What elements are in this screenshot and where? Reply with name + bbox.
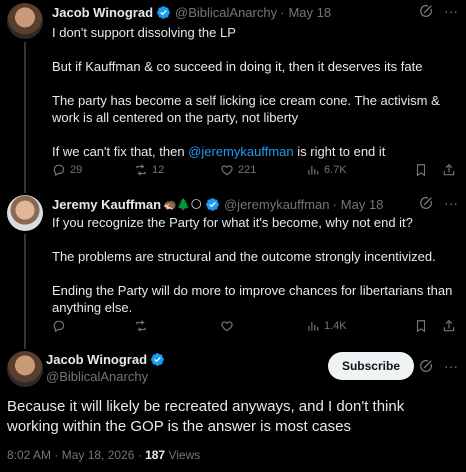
views-button[interactable]: 6.7K [306,163,406,177]
avatar[interactable] [7,351,43,387]
author-name[interactable]: Jeremy Kauffman [52,197,161,212]
top-icons: ··· [418,3,458,19]
views-label: Views [165,448,201,462]
view-count: 1.4K [324,320,347,332]
top-icons: ··· [418,358,458,374]
tweet-paragraph: If we can't fix that, then @jeremykauffm… [52,144,386,159]
share-icon[interactable] [442,319,456,333]
like-button[interactable] [220,319,306,333]
tweet-header: Jacob Winograd @BiblicalAnarchy [46,352,165,384]
tweet-paragraph: I don't support dissolving the LP [52,25,236,40]
view-count: 187 [145,448,166,462]
top-icons: ··· [418,195,458,211]
thread-line [24,340,26,349]
thread-line [24,234,26,342]
grok-icon[interactable] [418,3,434,19]
tweet-text: I don't support dissolving the LP But if… [52,24,456,160]
tweet-paragraph: If you recognize the Party for what it's… [52,215,413,230]
repost-count: 12 [152,164,165,176]
verified-badge-icon [151,353,164,366]
views-icon [308,165,319,175]
heart-icon [221,321,233,332]
separator-dot: · [332,197,337,212]
separator-dot: · [280,5,285,20]
name-emojis: 🦔🌲🌕 [163,198,202,211]
more-icon[interactable]: ··· [444,3,458,19]
repost-button[interactable]: 12 [134,163,220,177]
avatar[interactable] [7,3,43,39]
repost-icon [136,164,146,176]
tweet-timestamp[interactable]: 8:02 AM · May 18, 2026 · [7,448,145,462]
tweet-date[interactable]: May 18 [288,5,331,20]
thread-line [24,190,26,193]
author-handle[interactable]: @BiblicalAnarchy [175,5,277,20]
repost-button[interactable] [134,319,220,333]
verified-badge-icon [206,198,219,211]
reply-button[interactable] [52,319,134,333]
reply-count: 29 [70,164,83,176]
author-name[interactable]: Jacob Winograd [46,352,147,367]
thread-line [24,42,26,192]
verified-badge-icon [157,6,170,19]
focused-tweet-text: Because it will likely be recreated anyw… [7,398,405,435]
reply-icon [53,164,65,177]
subscribe-button[interactable]: Subscribe [327,352,414,380]
view-count: 6.7K [324,164,347,176]
tweet-text: If you recognize the Party for what it's… [52,214,456,316]
grok-icon[interactable] [418,195,434,211]
tweet-header: Jeremy Kauffman 🦔🌲🌕 @jeremykauffman · Ma… [52,197,383,212]
tweet-meta: 8:02 AM · May 18, 2026 · 187 Views [7,448,200,462]
reply-icon [53,320,65,333]
like-button[interactable]: 221 [220,163,306,177]
share-icon[interactable] [442,163,456,177]
views-button[interactable]: 1.4K [306,319,406,333]
more-icon[interactable]: ··· [444,358,458,374]
bookmark-icon[interactable] [414,319,428,333]
tweet-paragraph: The party has become a self licking ice … [52,93,440,125]
author-handle[interactable]: @jeremykauffman [224,197,329,212]
grok-icon[interactable] [418,358,434,374]
bookmark-icon[interactable] [414,163,428,177]
tweet-header: Jacob Winograd @BiblicalAnarchy · May 18 [52,5,331,20]
tweet-paragraph: Ending the Party will do more to improve… [52,283,453,315]
mention-link[interactable]: @jeremykauffman [188,144,293,159]
more-icon[interactable]: ··· [444,195,458,211]
tweet-paragraph: But if Kauffman & co succeed in doing it… [52,59,423,74]
action-bar: 29 12 221 6.7K [52,163,456,177]
like-count: 221 [238,164,257,176]
heart-icon [221,165,233,176]
avatar[interactable] [7,195,43,231]
repost-icon [136,320,146,332]
tweet-date[interactable]: May 18 [341,197,384,212]
tweet-2[interactable]: Jeremy Kauffman 🦔🌲🌕 @jeremykauffman · Ma… [0,190,466,342]
action-bar: 1.4K [52,319,456,333]
tweet-1[interactable]: Jacob Winograd @BiblicalAnarchy · May 18… [0,0,466,192]
reply-button[interactable]: 29 [52,163,134,177]
author-handle[interactable]: @BiblicalAnarchy [46,369,148,384]
views-icon [308,321,319,331]
tweet-paragraph: The problems are structural and the outc… [52,249,436,264]
author-name[interactable]: Jacob Winograd [52,5,153,20]
